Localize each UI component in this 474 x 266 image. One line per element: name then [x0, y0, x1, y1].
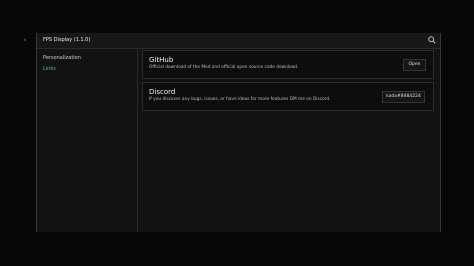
settings-window: ‹ FPS Display (1.1.0) Personalization Li…: [24, 33, 441, 232]
discord-card: Discord If you discover any bugs, issues…: [142, 82, 434, 111]
sidebar-item-links[interactable]: Links: [43, 66, 56, 73]
window-title: FPS Display (1.1.0): [43, 37, 91, 43]
title-bar: ‹ FPS Display (1.1.0): [24, 33, 440, 49]
card-description: If you discover any bugs, issues, or hav…: [149, 97, 331, 102]
card-description: Official download of the Mod and officia…: [149, 65, 299, 70]
card-title: GitHub: [149, 56, 174, 64]
card-title: Discord: [149, 88, 176, 96]
sidebar: Personalization Links: [37, 49, 138, 232]
search-icon[interactable]: [427, 35, 437, 45]
copy-discord-button[interactable]: kada#8484224: [382, 91, 425, 103]
sidebar-item-personalization[interactable]: Personalization: [43, 55, 81, 62]
chevron-left-icon[interactable]: ‹: [20, 35, 30, 45]
github-card: GitHub Official download of the Mod and …: [142, 50, 434, 79]
open-github-button[interactable]: Open: [403, 59, 426, 71]
